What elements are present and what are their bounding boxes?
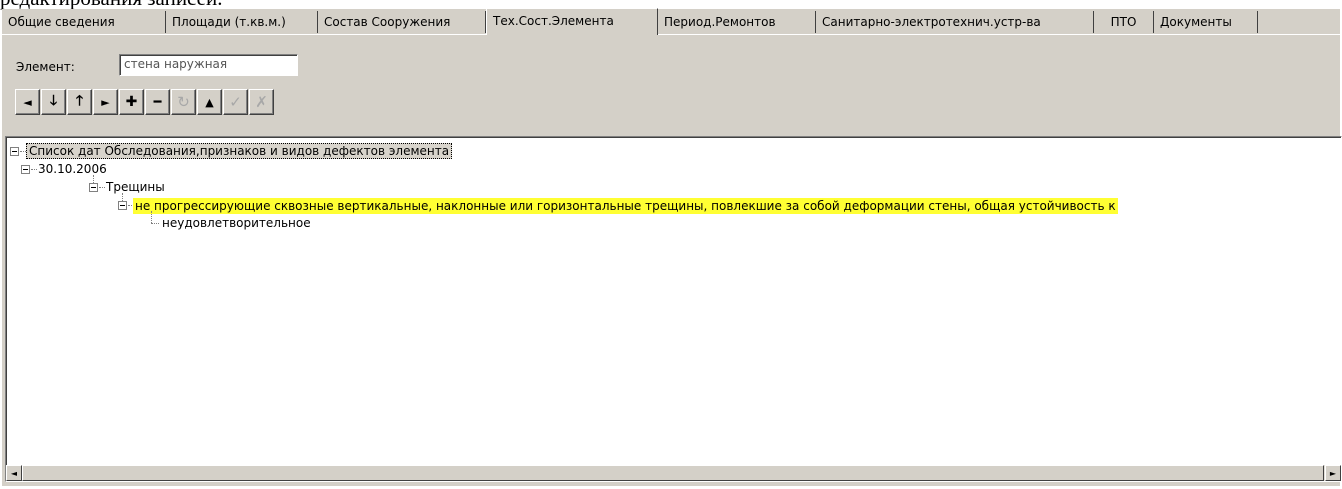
horizontal-scrollbar[interactable]: ◄ ►: [6, 465, 1341, 481]
prev-record-button[interactable]: ◄: [15, 89, 40, 115]
collapse-defect-icon[interactable]: [118, 201, 127, 210]
move-up-button[interactable]: 🡑: [67, 89, 92, 115]
tree-assessment-node[interactable]: неудовлетворительное: [162, 216, 311, 230]
post-edit-button[interactable]: ✓: [223, 89, 248, 115]
refresh-button[interactable]: ↻: [171, 89, 196, 115]
collapse-category-icon[interactable]: [89, 183, 98, 192]
add-record-button[interactable]: ✚: [119, 89, 144, 115]
tree-connector: [99, 187, 105, 188]
tab-pto[interactable]: ПТО: [1094, 11, 1154, 33]
scroll-thumb[interactable]: [22, 465, 1324, 481]
tree-defect-node[interactable]: не прогрессирующие сквозные вертикальные…: [133, 198, 1118, 214]
move-down-button[interactable]: 🡓: [41, 89, 66, 115]
tree-root-node[interactable]: Список дат Обследования,признаков и видо…: [26, 143, 453, 159]
tree-connector: [151, 211, 152, 223]
tree-category-node[interactable]: Трещины: [106, 180, 165, 194]
plus-icon: ✚: [125, 94, 138, 110]
scroll-left-button[interactable]: ◄: [6, 465, 22, 481]
arrow-up-icon: 🡑: [75, 93, 84, 109]
triangle-up-icon: ▲: [205, 95, 214, 109]
next-record-button[interactable]: ►: [93, 89, 118, 115]
delete-record-button[interactable]: ━: [145, 89, 170, 115]
tab-areas[interactable]: Площади (т.кв.м.): [166, 11, 318, 33]
collapse-root-icon[interactable]: [10, 147, 19, 156]
arrow-down-icon: 🡓: [49, 93, 58, 109]
tab-bar: Общие сведения Площади (т.кв.м.) Состав …: [2, 8, 1340, 35]
refresh-icon: ↻: [177, 93, 190, 111]
scroll-right-icon: ►: [1329, 468, 1337, 478]
element-field-label: Элемент:: [16, 60, 75, 74]
tab-documents[interactable]: Документы: [1154, 11, 1258, 33]
arrow-right-icon: ►: [101, 95, 110, 109]
checkmark-icon: ✓: [229, 93, 242, 111]
tree-date-node[interactable]: 30.10.2006: [38, 162, 107, 176]
arrow-left-icon: ◄: [23, 95, 32, 109]
cancel-edit-button[interactable]: ✗: [249, 89, 274, 115]
tab-structure-composition[interactable]: Состав Сооружения: [318, 11, 486, 33]
tree-connector: [31, 169, 37, 170]
tab-sanitary-electrical[interactable]: Санитарно-электротехнич.устр-ва: [816, 11, 1094, 33]
edit-record-button[interactable]: ▲: [197, 89, 222, 115]
scroll-right-button[interactable]: ►: [1325, 465, 1341, 481]
element-input[interactable]: стена наружная: [119, 54, 298, 76]
tree-connector: [122, 193, 123, 201]
scroll-left-icon: ◄: [10, 468, 18, 478]
app-window: Общие сведения Площади (т.кв.м.) Состав …: [2, 8, 1342, 486]
tree-connector: [93, 175, 94, 183]
tree-connector: [151, 223, 159, 224]
tab-repair-periods[interactable]: Период.Ремонтов: [658, 11, 816, 33]
collapse-date-icon[interactable]: [21, 165, 30, 174]
defects-tree[interactable]: Список дат Обследования,признаков и видо…: [5, 136, 1342, 482]
minus-icon: ━: [153, 94, 162, 110]
cancel-icon: ✗: [255, 93, 268, 111]
tab-element-condition[interactable]: Тех.Сост.Элемента: [486, 8, 658, 35]
tab-general-info[interactable]: Общие сведения: [2, 11, 166, 33]
tab-divider: [2, 34, 1340, 35]
